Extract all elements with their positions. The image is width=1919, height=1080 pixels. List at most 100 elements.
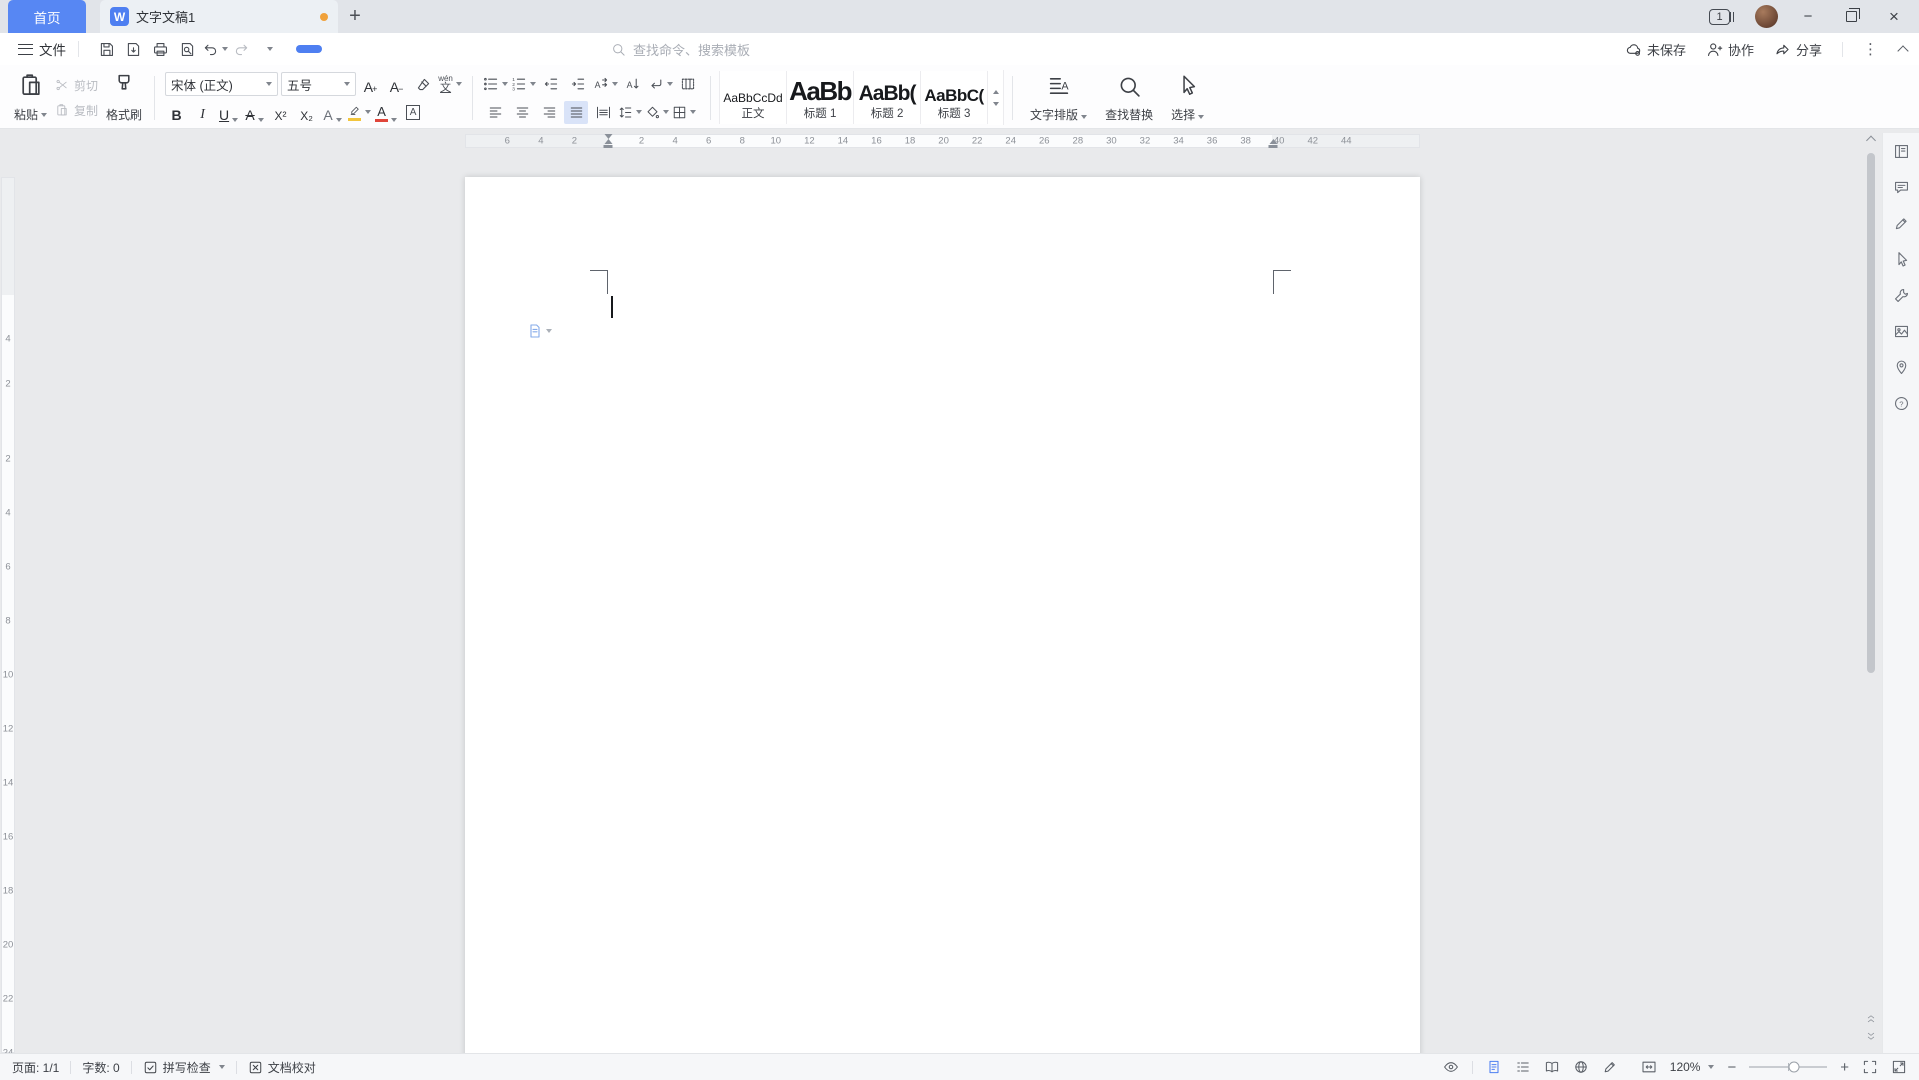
doc-proofread-button[interactable]: 文档校对	[248, 1059, 316, 1076]
hanging-indent-marker[interactable]	[604, 139, 612, 144]
gallery-down-button[interactable]	[993, 102, 999, 106]
ribbon-tab[interactable]	[441, 45, 467, 53]
vertical-ruler[interactable]: 42 246810121416182022242628	[0, 149, 16, 1053]
align-center-button[interactable]	[510, 101, 534, 124]
save-button[interactable]	[93, 37, 120, 62]
rail-tool-button[interactable]	[1889, 391, 1913, 415]
font-color-button[interactable]: A	[374, 101, 398, 124]
zoom-slider-knob[interactable]	[1789, 1062, 1800, 1073]
italic-button[interactable]: I	[191, 101, 214, 124]
highlight-color-button[interactable]	[347, 101, 371, 124]
fullscreen-button[interactable]	[1862, 1059, 1878, 1075]
window-list-badge[interactable]: 1	[1709, 9, 1730, 25]
document-tab[interactable]: W 文字文稿1	[100, 0, 338, 33]
line-spacing-button[interactable]	[618, 101, 642, 124]
font-name-combo[interactable]: 宋体 (正文)	[165, 72, 278, 96]
horizontal-ruler[interactable]: 642 246810121416182022242628303234363840…	[0, 133, 1882, 149]
show-marks-button[interactable]	[648, 73, 673, 96]
clear-format-button[interactable]	[411, 73, 435, 96]
document-page[interactable]	[465, 177, 1420, 1053]
ribbon-tab[interactable]	[499, 45, 525, 53]
ribbon-tab[interactable]	[325, 45, 351, 53]
user-avatar[interactable]	[1755, 5, 1778, 28]
right-indent-marker[interactable]	[1269, 133, 1278, 149]
grow-font-button[interactable]: A+	[359, 73, 382, 96]
ribbon-tab[interactable]	[470, 45, 496, 53]
eye-protection-button[interactable]	[1443, 1059, 1459, 1075]
find-replace-button[interactable]: 查找替换	[1096, 70, 1162, 125]
gallery-up-button[interactable]	[993, 90, 999, 94]
vertical-scrollbar[interactable]	[1865, 134, 1877, 1050]
copy-button[interactable]: 复制	[55, 102, 98, 119]
read-mode-button[interactable]	[1544, 1059, 1560, 1075]
new-tab-button[interactable]: +	[338, 0, 372, 33]
redo-button[interactable]	[228, 37, 255, 62]
style-cell[interactable]: AaBb 标题 1	[787, 71, 854, 124]
underline-button[interactable]: U	[217, 101, 240, 124]
bullets-button[interactable]	[483, 73, 508, 96]
bold-button[interactable]: B	[165, 101, 188, 124]
text-effects-button[interactable]: A	[321, 101, 344, 124]
font-size-combo[interactable]: 五号	[281, 72, 356, 96]
page-indicator[interactable]: 页面: 1/1	[12, 1059, 59, 1076]
ribbon-tab[interactable]	[354, 45, 380, 53]
outline-view-button[interactable]	[1515, 1059, 1531, 1075]
rail-tool-button[interactable]	[1889, 283, 1913, 307]
increase-indent-button[interactable]	[566, 73, 590, 96]
previous-page-button[interactable]	[1866, 1013, 1877, 1024]
ribbon-tab[interactable]	[296, 45, 322, 53]
home-tab[interactable]: 首页	[8, 0, 86, 33]
distribute-button[interactable]	[591, 101, 615, 124]
rail-tool-button[interactable]	[1889, 319, 1913, 343]
collapse-ribbon-button[interactable]	[1897, 45, 1908, 56]
borders-button[interactable]	[672, 101, 696, 124]
rail-tool-button[interactable]	[1889, 355, 1913, 379]
select-button[interactable]: 选择	[1162, 70, 1213, 125]
print-button[interactable]	[147, 37, 174, 62]
command-search[interactable]: 查找命令、搜索模板	[611, 40, 750, 59]
cut-button[interactable]: 剪切	[55, 77, 98, 94]
align-right-button[interactable]	[537, 101, 561, 124]
print-preview-button[interactable]	[174, 37, 201, 62]
character-border-button[interactable]: A	[401, 101, 425, 124]
left-indent-marker[interactable]	[604, 145, 613, 148]
export-pdf-button[interactable]	[120, 37, 147, 62]
numbering-button[interactable]	[511, 73, 536, 96]
rail-tool-button[interactable]	[1889, 211, 1913, 235]
shrink-font-button[interactable]: A−	[385, 73, 408, 96]
word-count[interactable]: 字数: 0	[82, 1059, 119, 1076]
zoom-level-button[interactable]: 120%	[1670, 1060, 1715, 1074]
subscript-button[interactable]: X₂	[295, 101, 318, 124]
style-cell[interactable]: AaBbCcDd 正文	[720, 71, 787, 124]
more-options-button[interactable]: ⋮	[1863, 40, 1879, 58]
page-view-button[interactable]	[1486, 1059, 1502, 1075]
document-assistant-button[interactable]	[527, 323, 552, 339]
text-layout-button[interactable]: 文字排版	[1021, 70, 1096, 125]
text-direction-button[interactable]	[593, 73, 618, 96]
scrollbar-thumb[interactable]	[1867, 153, 1875, 673]
spell-check-button[interactable]: 拼写检查	[143, 1059, 225, 1076]
web-view-button[interactable]	[1573, 1059, 1589, 1075]
fit-window-button[interactable]	[1891, 1059, 1907, 1075]
zoom-slider[interactable]	[1749, 1066, 1827, 1068]
superscript-button[interactable]: X²	[269, 101, 292, 124]
ribbon-tab[interactable]	[557, 45, 583, 53]
document-canvas[interactable]	[16, 149, 1882, 1053]
indent-marker[interactable]	[604, 133, 613, 149]
undo-button[interactable]	[201, 37, 228, 62]
share-button[interactable]: 分享	[1774, 40, 1822, 59]
zoom-out-button[interactable]: −	[1727, 1060, 1736, 1075]
sort-button[interactable]	[621, 73, 645, 96]
ribbon-tab[interactable]	[412, 45, 438, 53]
shading-button[interactable]	[645, 101, 669, 124]
strikethrough-button[interactable]: A	[243, 101, 266, 124]
minimize-button[interactable]: −	[1795, 4, 1821, 30]
save-status[interactable]: 未保存	[1625, 40, 1686, 59]
ribbon-tab[interactable]	[383, 45, 409, 53]
style-cell[interactable]: AaBb( 标题 2	[854, 71, 921, 124]
pinyin-guide-button[interactable]: wén 文	[438, 73, 462, 96]
style-cell[interactable]: AaBbC( 标题 3	[921, 71, 988, 124]
format-painter-button[interactable]: 格式刷	[102, 70, 146, 125]
rail-tool-button[interactable]	[1889, 175, 1913, 199]
scroll-up-arrow[interactable]	[1867, 134, 1876, 143]
